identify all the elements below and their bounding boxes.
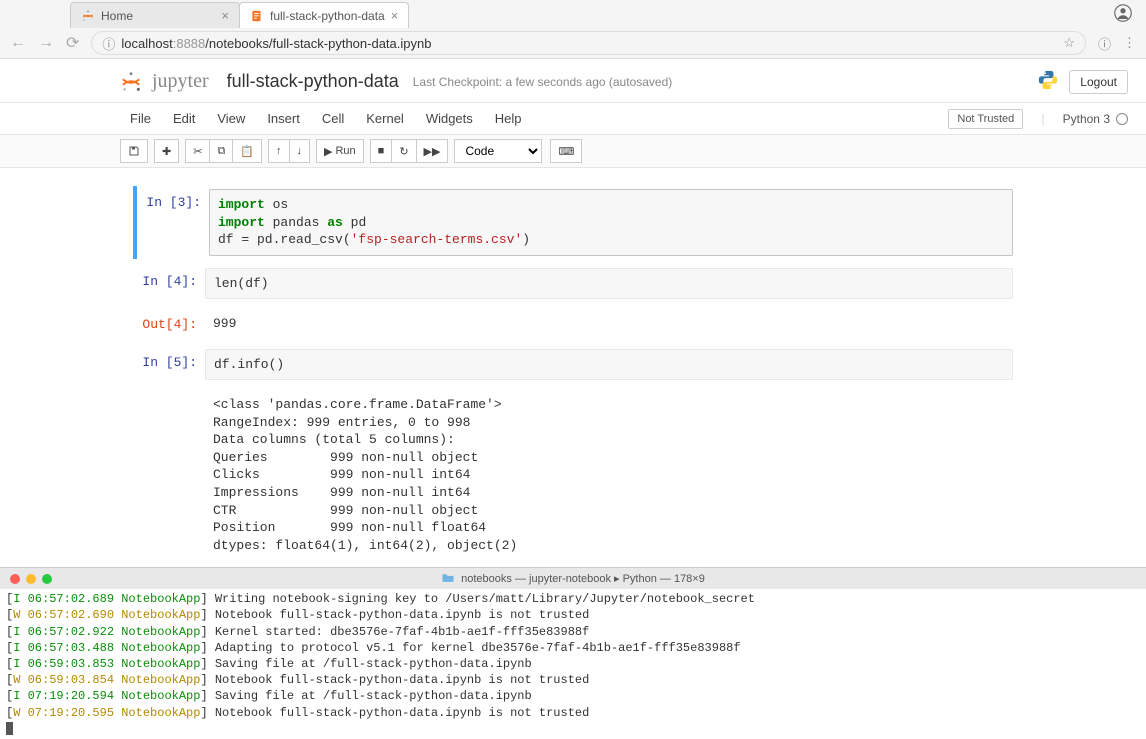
cut-button[interactable]: ✂ — [185, 139, 210, 163]
not-trusted-button[interactable]: Not Trusted — [948, 109, 1023, 129]
menu-bar: File Edit View Insert Cell Kernel Widget… — [0, 103, 1146, 135]
cell-output: <class 'pandas.core.frame.DataFrame'> Ra… — [205, 392, 1013, 558]
browser-actions: ⓘ ⋮ — [1098, 34, 1136, 53]
url-input[interactable]: ⓘ localhost:8888/notebooks/full-stack-py… — [91, 31, 1086, 55]
menu-kernel[interactable]: Kernel — [356, 107, 414, 130]
run-button[interactable]: ▶ Run — [316, 139, 364, 163]
output-prompt — [133, 392, 205, 558]
kernel-status-icon — [1116, 113, 1128, 125]
tab-title: Home — [101, 9, 133, 23]
input-prompt: In [4]: — [133, 268, 205, 300]
user-avatar-icon[interactable] — [1114, 4, 1132, 25]
cell-output: 999 — [205, 311, 1013, 337]
url-path: /notebooks/full-stack-python-data.ipynb — [205, 36, 431, 51]
code-input[interactable]: import os import pandas as pd df = pd.re… — [209, 189, 1013, 256]
close-icon[interactable]: × — [221, 8, 229, 23]
add-cell-button[interactable]: ✚ — [154, 139, 179, 163]
jupyter-header: jupyter full-stack-python-data Last Chec… — [0, 59, 1146, 103]
minimize-window-icon[interactable] — [26, 574, 36, 584]
restart-button[interactable]: ↻ — [392, 139, 416, 163]
browser-tab-home[interactable]: Home × — [70, 2, 240, 28]
tab-bar: Home × full-stack-python-data × — [0, 0, 1146, 28]
menu-file[interactable]: File — [120, 107, 161, 130]
folder-icon — [441, 572, 455, 586]
save-button[interactable] — [120, 139, 148, 163]
copy-button[interactable]: ⧉ — [210, 139, 233, 163]
forward-icon[interactable]: → — [38, 34, 54, 52]
output-row: Out[4]: 999 — [133, 308, 1013, 340]
notebook-area: In [3]: import os import pandas as pd df… — [0, 168, 1146, 561]
move-down-button[interactable]: ↓ — [290, 139, 311, 163]
menu-widgets[interactable]: Widgets — [416, 107, 483, 130]
code-cell[interactable]: In [3]: import os import pandas as pd df… — [133, 186, 1013, 259]
input-prompt: In [5]: — [133, 349, 205, 381]
browser-chrome: Home × full-stack-python-data × ← → ⟳ ⓘ … — [0, 0, 1146, 59]
menu-cell[interactable]: Cell — [312, 107, 354, 130]
jupyter-favicon-icon — [81, 9, 95, 23]
jupyter-logo-icon[interactable] — [120, 71, 142, 93]
toolbar: ✚ ✂ ⧉ 📋 ↑ ↓ ▶ Run ■ ↻ ▶▶ Code ⌨ — [0, 135, 1146, 168]
bookmark-icon[interactable]: ☆ — [1063, 35, 1075, 51]
menu-view[interactable]: View — [207, 107, 255, 130]
command-palette-button[interactable]: ⌨ — [550, 139, 582, 163]
output-row: <class 'pandas.core.frame.DataFrame'> Ra… — [133, 389, 1013, 561]
url-host: localhost — [121, 36, 172, 51]
back-icon[interactable]: ← — [10, 34, 26, 52]
url-port: :8888 — [173, 36, 206, 51]
tab-title: full-stack-python-data — [270, 9, 385, 23]
menu-help[interactable]: Help — [485, 107, 532, 130]
terminal-title: notebooks — jupyter-notebook ▸ Python — … — [461, 572, 705, 585]
python-logo-icon — [1037, 69, 1059, 94]
site-info-icon[interactable]: ⓘ — [102, 34, 115, 53]
page-info-icon[interactable]: ⓘ — [1098, 34, 1111, 53]
menu-edit[interactable]: Edit — [163, 107, 205, 130]
code-cell[interactable]: In [5]: df.info() — [133, 346, 1013, 384]
kernel-name-label: Python 3 — [1063, 112, 1110, 126]
restart-run-all-button[interactable]: ▶▶ — [417, 139, 449, 163]
close-window-icon[interactable] — [10, 574, 20, 584]
logout-button[interactable]: Logout — [1069, 70, 1128, 94]
code-input[interactable]: len(df) — [205, 268, 1013, 300]
menu-icon[interactable]: ⋮ — [1123, 35, 1136, 51]
terminal-output[interactable]: [I 06:57:02.689 NotebookApp] Writing not… — [0, 589, 1146, 739]
notebook-favicon-icon — [250, 9, 264, 23]
maximize-window-icon[interactable] — [42, 574, 52, 584]
move-up-button[interactable]: ↑ — [268, 139, 290, 163]
browser-tab-notebook[interactable]: full-stack-python-data × — [239, 2, 409, 28]
reload-icon[interactable]: ⟳ — [66, 33, 79, 53]
interrupt-button[interactable]: ■ — [370, 139, 393, 163]
input-prompt: In [3]: — [137, 189, 209, 256]
paste-button[interactable]: 📋 — [233, 139, 262, 163]
code-input[interactable]: df.info() — [205, 349, 1013, 381]
jupyter-brand[interactable]: jupyter — [152, 70, 209, 93]
output-prompt: Out[4]: — [133, 311, 205, 337]
terminal-titlebar[interactable]: notebooks — jupyter-notebook ▸ Python — … — [0, 567, 1146, 589]
close-icon[interactable]: × — [391, 8, 399, 23]
menu-insert[interactable]: Insert — [257, 107, 310, 130]
cell-type-select[interactable]: Code — [454, 139, 542, 163]
code-cell[interactable]: In [4]: len(df) — [133, 265, 1013, 303]
kernel-indicator[interactable]: Python 3 — [1063, 112, 1128, 126]
checkpoint-status: Last Checkpoint: a few seconds ago (auto… — [413, 75, 673, 89]
address-bar: ← → ⟳ ⓘ localhost:8888/notebooks/full-st… — [0, 28, 1146, 58]
notebook-name[interactable]: full-stack-python-data — [227, 71, 399, 92]
